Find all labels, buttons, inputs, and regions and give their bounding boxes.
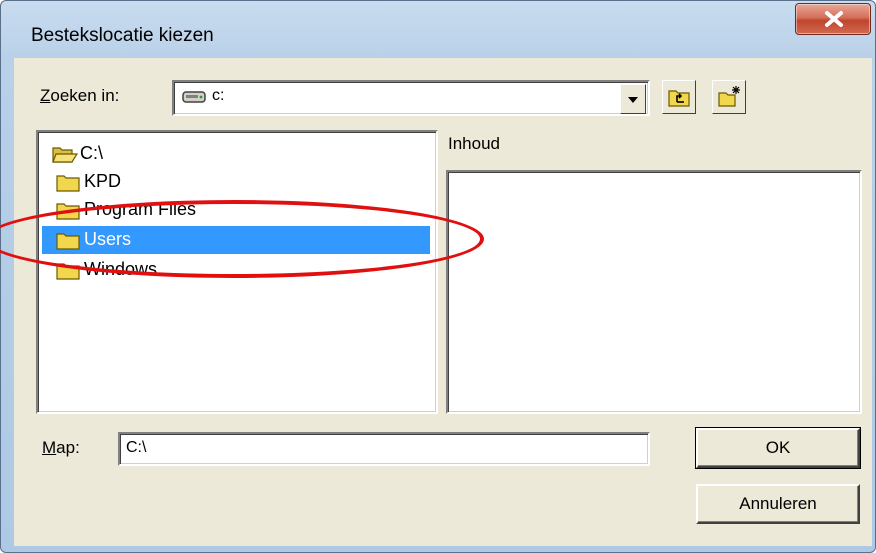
contents-list[interactable] <box>446 170 862 414</box>
folder-label: Map: <box>42 438 80 457</box>
tree-item-kpd[interactable]: KPD <box>42 168 430 196</box>
dialog-page: Bestekslocatie kiezen Zoeken in: c: C:\ … <box>0 0 876 553</box>
chevron-down-icon <box>628 97 638 103</box>
folder-path-value: C:\ <box>126 439 147 456</box>
tree-item-label: KPD <box>84 171 122 191</box>
new-folder-icon <box>718 86 740 107</box>
up-folder-icon <box>668 90 690 107</box>
open-folder-icon <box>52 147 78 163</box>
close-button[interactable] <box>795 3 871 35</box>
dialog-client-area: Zoeken in: c: C:\ KPD Program Files User… <box>14 58 872 546</box>
drive-icon <box>182 91 206 103</box>
annotation-ellipse <box>0 200 484 278</box>
folder-path-input[interactable]: C:\ <box>118 432 650 466</box>
close-icon <box>825 11 843 27</box>
cancel-button[interactable]: Annuleren <box>696 484 860 524</box>
look-in-label: Zoeken in: <box>40 86 120 105</box>
look-in-dropdown-button[interactable] <box>620 84 646 114</box>
ok-button[interactable]: OK <box>695 427 861 469</box>
look-in-combobox[interactable]: c: <box>172 80 650 116</box>
look-in-value: c: <box>212 87 225 104</box>
dialog-title: Bestekslocatie kiezen <box>31 25 214 46</box>
tree-item-c-drive[interactable]: C:\ <box>42 140 430 168</box>
new-folder-button[interactable] <box>712 80 746 114</box>
folder-icon <box>56 175 80 192</box>
contents-label: Inhoud <box>448 134 500 153</box>
up-one-level-button[interactable] <box>662 80 696 114</box>
tree-item-label: C:\ <box>80 143 104 163</box>
title-bar[interactable]: Bestekslocatie kiezen <box>1 1 875 57</box>
